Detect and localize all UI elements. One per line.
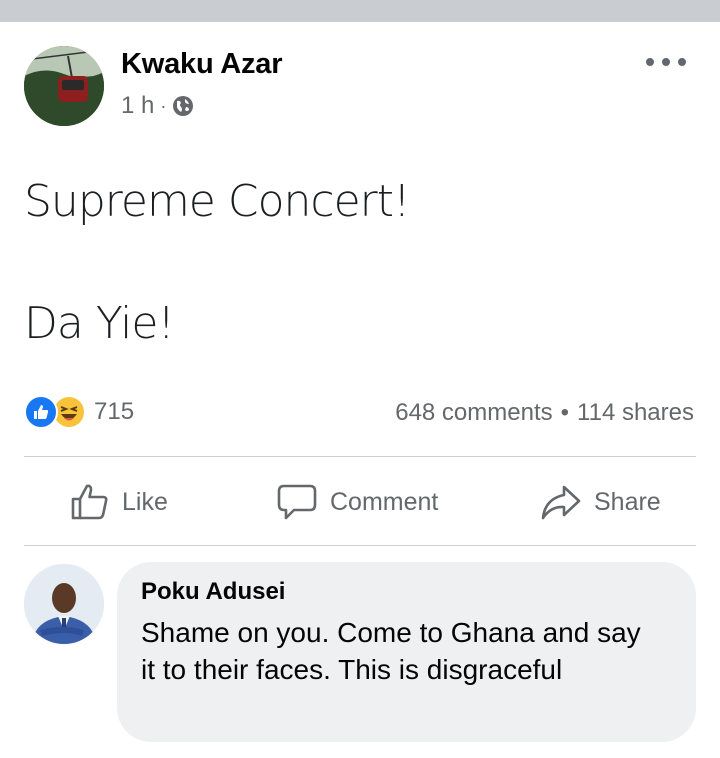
post-text-line-1: Supreme Concert! bbox=[24, 176, 411, 227]
author-avatar[interactable] bbox=[24, 46, 104, 126]
thumbs-up-icon bbox=[71, 484, 108, 520]
more-options-button[interactable] bbox=[646, 50, 686, 74]
comments-count-link[interactable]: 648 comments bbox=[395, 399, 552, 427]
engagement-stats: 648 comments • 114 shares bbox=[395, 399, 694, 427]
reaction-count: 715 bbox=[94, 398, 135, 425]
comment-bubble[interactable]: Poku Adusei Shame on you. Come to Ghana … bbox=[117, 562, 696, 742]
globe-icon[interactable] bbox=[172, 95, 194, 117]
meta-separator: · bbox=[160, 95, 167, 116]
commenter-avatar-image bbox=[24, 564, 104, 644]
divider bbox=[24, 456, 696, 457]
share-button[interactable]: Share bbox=[540, 478, 661, 526]
post-text-line-2: Da Yie! bbox=[24, 298, 175, 349]
like-reaction-icon bbox=[24, 395, 58, 429]
commenter-avatar[interactable] bbox=[24, 564, 104, 644]
more-dot-icon bbox=[662, 58, 670, 66]
more-dot-icon bbox=[678, 58, 686, 66]
comment-text: Shame on you. Come to Ghana and say it t… bbox=[141, 617, 641, 685]
comment-label: Comment bbox=[330, 487, 439, 516]
like-label: Like bbox=[122, 487, 168, 516]
top-status-strip bbox=[0, 0, 720, 22]
comment-button[interactable]: Comment bbox=[276, 478, 438, 526]
speech-bubble-icon bbox=[277, 484, 317, 520]
post-meta: 1 h · bbox=[121, 92, 194, 120]
like-button[interactable]: Like bbox=[70, 478, 168, 526]
share-arrow-icon bbox=[541, 485, 581, 520]
comment-author-name[interactable]: Poku Adusei bbox=[141, 578, 672, 606]
post-time[interactable]: 1 h bbox=[121, 92, 154, 120]
shares-count-link[interactable]: 114 shares bbox=[577, 399, 694, 427]
author-avatar-image bbox=[24, 46, 104, 126]
more-dot-icon bbox=[646, 58, 654, 66]
share-label: Share bbox=[594, 487, 661, 516]
stats-separator: • bbox=[560, 399, 570, 426]
reactions-summary[interactable]: 715 bbox=[24, 395, 134, 429]
divider bbox=[24, 545, 696, 546]
post-author-name[interactable]: Kwaku Azar bbox=[121, 48, 283, 81]
